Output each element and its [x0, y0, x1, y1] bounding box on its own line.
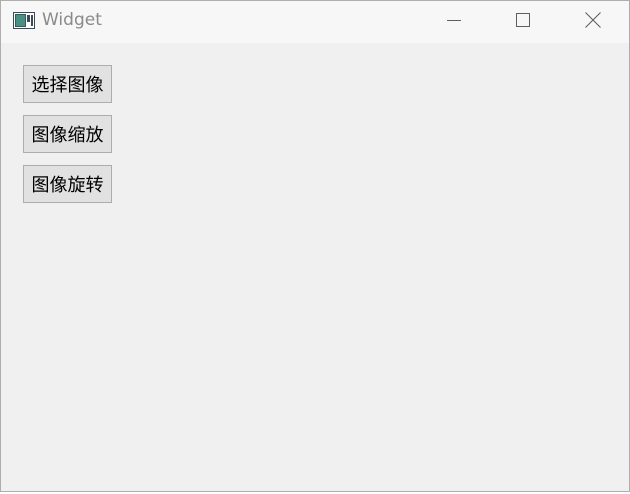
minimize-icon: [446, 12, 462, 33]
client-area: 选择图像 图像缩放 图像旋转: [1, 43, 629, 491]
select-image-button[interactable]: 选择图像: [23, 65, 112, 103]
minimize-button[interactable]: [431, 1, 477, 43]
maximize-icon: [515, 12, 531, 33]
maximize-button[interactable]: [500, 1, 546, 43]
title-bar[interactable]: Widget: [1, 1, 629, 43]
scale-image-button[interactable]: 图像缩放: [23, 115, 112, 153]
app-window: Widget 选择图像 图像缩放 图像旋转: [0, 0, 630, 492]
window-title: Widget: [42, 10, 102, 30]
rotate-image-button[interactable]: 图像旋转: [23, 165, 112, 203]
app-icon: [13, 12, 35, 29]
close-icon: [584, 11, 602, 34]
close-button[interactable]: [570, 1, 616, 43]
